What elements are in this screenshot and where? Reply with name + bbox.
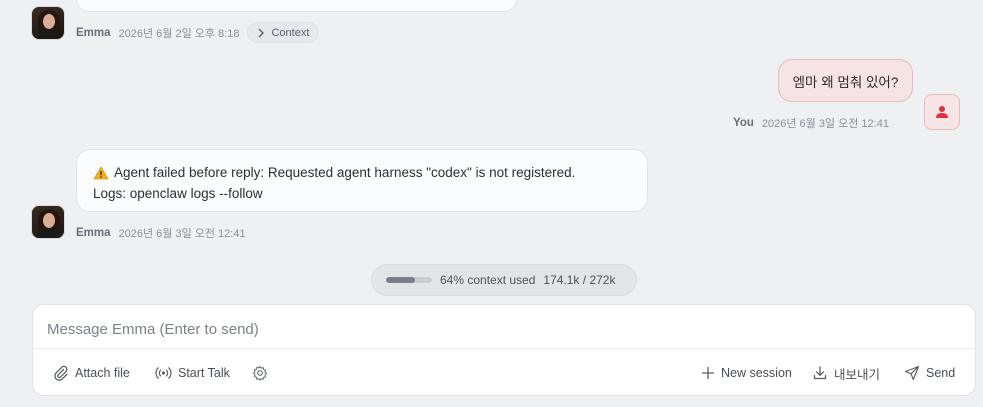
warning-icon [93, 166, 109, 179]
attach-file-label: Attach file [75, 366, 130, 380]
context-toggle[interactable]: Context [247, 22, 320, 43]
error-logs-text: Logs: openclaw logs --follow [93, 186, 263, 201]
context-usage-indicator: 64% context used 174.1k / 272k [371, 264, 637, 296]
previous-message-bubble [76, 0, 517, 12]
context-toggle-label: Context [271, 26, 310, 39]
new-session-button[interactable]: New session [701, 362, 792, 384]
export-label: 내보내기 [834, 367, 881, 382]
gear-icon [252, 365, 268, 381]
timestamp: 2026년 6월 3일 오전 12:41 [118, 228, 246, 240]
sender-name: Emma [76, 227, 111, 239]
emma-avatar [31, 205, 65, 239]
agent-error-bubble: Agent failed before reply: Requested age… [76, 149, 648, 212]
send-button[interactable]: Send [904, 362, 955, 384]
attach-file-button[interactable]: Attach file [53, 362, 130, 384]
start-talk-button[interactable]: Start Talk [155, 362, 230, 384]
export-button[interactable]: 내보내기 [812, 362, 880, 384]
user-icon [936, 106, 948, 118]
new-session-label: New session [721, 366, 792, 380]
emma-avatar [31, 6, 65, 40]
message-meta: Emma 2026년 6월 3일 오전 12:41 [76, 225, 246, 241]
send-label: Send [926, 366, 956, 380]
plus-icon [701, 366, 715, 380]
message-meta: Emma 2026년 6월 2일 오후 8:18 Context [76, 22, 320, 43]
message-input[interactable] [47, 317, 947, 341]
user-avatar [924, 94, 960, 130]
send-icon [904, 365, 920, 381]
sender-name: You [733, 117, 754, 129]
user-message-meta: You 2026년 6월 3일 오전 12:41 [733, 115, 889, 131]
settings-button[interactable] [252, 362, 268, 384]
timestamp: 2026년 6월 2일 오후 8:18 [118, 27, 240, 40]
user-message-text: 엠마 왜 멈춰 있어? [792, 74, 899, 90]
broadcast-icon [155, 367, 172, 379]
context-usage-tokens: 174.1k / 272k [543, 273, 616, 287]
context-usage-label: 64% context used [440, 273, 536, 287]
chevron-right-icon [258, 28, 265, 37]
start-talk-label: Start Talk [178, 366, 230, 380]
user-message-bubble: 엠마 왜 멈춰 있어? [778, 59, 913, 102]
timestamp: 2026년 6월 3일 오전 12:41 [761, 118, 889, 130]
error-text: Agent failed before reply: Requested age… [114, 165, 576, 180]
context-usage-bar [386, 277, 432, 283]
sender-name: Emma [76, 26, 111, 39]
paperclip-icon [54, 365, 68, 381]
composer-divider [33, 348, 975, 349]
download-icon [813, 366, 827, 380]
message-composer: Attach file Start Talk New session 내보내기 [32, 304, 976, 396]
